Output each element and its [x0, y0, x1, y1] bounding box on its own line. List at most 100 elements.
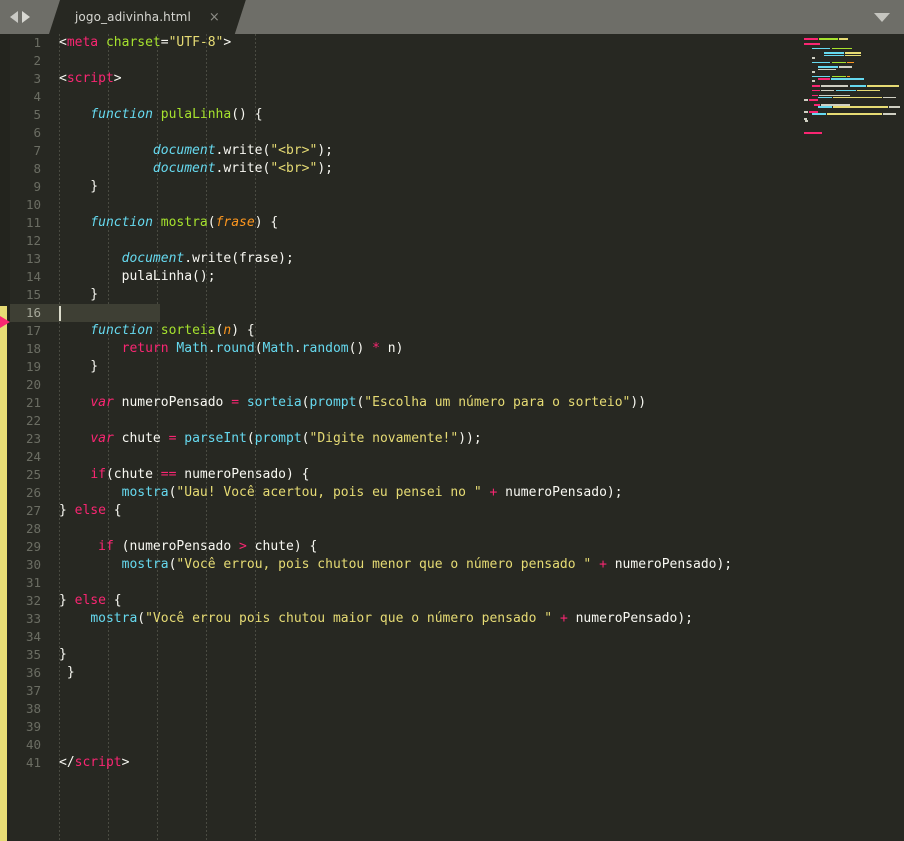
code-token: numeroPensado);	[497, 485, 623, 500]
code-token: }	[59, 179, 99, 194]
code-token: parseInt	[184, 431, 247, 446]
code-line[interactable]: function mostra(frase) {	[45, 214, 732, 232]
code-token: ))	[630, 395, 647, 410]
minimap[interactable]	[804, 38, 900, 138]
tab-nav-arrows[interactable]	[10, 0, 46, 34]
code-token: ) {	[254, 215, 279, 230]
code-line[interactable]: } else {	[45, 502, 732, 520]
line-number: 29	[25, 539, 41, 554]
code-line[interactable]	[45, 196, 732, 214]
code-line[interactable]	[45, 736, 732, 754]
red-arrow-icon[interactable]	[0, 316, 10, 328]
code-token: (	[301, 431, 310, 446]
code-line[interactable]: document.write(frase);	[45, 250, 732, 268]
code-line[interactable]: if(chute == numeroPensado) {	[45, 466, 732, 484]
code-token: }	[59, 287, 99, 302]
code-token: );	[317, 161, 333, 176]
line-number: 40	[25, 737, 41, 752]
code-line[interactable]: document.write("<br>");	[45, 160, 732, 178]
code-line[interactable]: function sorteia(n) {	[45, 322, 732, 340]
code-line[interactable]: function pulaLinha() {	[45, 106, 732, 124]
triangle-left-icon[interactable]	[10, 11, 18, 23]
code-token: ) {	[231, 323, 255, 338]
code-line[interactable]: mostra("Uau! Você acertou, pois eu pense…	[45, 484, 732, 502]
code-line[interactable]: }	[45, 664, 732, 682]
minimap-row	[804, 132, 900, 134]
code-line[interactable]: return Math.round(Math.random() * n)	[45, 340, 732, 358]
code-line[interactable]: var chute = parseInt(prompt("Digite nova…	[45, 430, 732, 448]
code-line[interactable]	[45, 52, 732, 70]
code-line[interactable]	[45, 700, 732, 718]
triangle-right-icon[interactable]	[22, 11, 30, 23]
code-line[interactable]: document.write("<br>");	[45, 142, 732, 160]
code-line[interactable]	[45, 682, 732, 700]
line-number: 19	[25, 359, 41, 374]
code-line[interactable]: </script>	[45, 754, 732, 772]
tab-jogo-adivinha-html[interactable]: jogo_adivinha.html ×	[49, 0, 246, 34]
code-token: var	[90, 431, 114, 446]
code-line[interactable]: mostra("Você errou pois chutou maior que…	[45, 610, 732, 628]
code-line[interactable]: } else {	[45, 592, 732, 610]
line-number: 24	[25, 449, 41, 464]
line-number: 3	[33, 71, 41, 86]
code-line[interactable]	[45, 520, 732, 538]
code-line[interactable]	[45, 124, 732, 142]
code-line[interactable]: var numeroPensado = sorteia(prompt("Esco…	[45, 394, 732, 412]
code-line[interactable]: if (numeroPensado > chute) {	[45, 538, 732, 556]
code-line[interactable]	[45, 574, 732, 592]
code-line[interactable]	[45, 412, 732, 430]
code-token: .write(frase);	[184, 251, 294, 266]
code-token: >	[223, 35, 232, 50]
code-editor[interactable]: 1 2 3 4 5 6 7 8 9 10 11 12 13 14 15 16 17 18 19 20 21 22 23 24 2…	[0, 34, 904, 841]
code-line[interactable]	[45, 304, 732, 322]
code-token: Math	[176, 341, 208, 356]
code-token: >	[239, 539, 247, 554]
line-number: 10	[25, 197, 41, 212]
code-token: <	[59, 35, 67, 50]
line-number: 6	[33, 125, 41, 140]
code-line[interactable]: }	[45, 358, 732, 376]
code-token: mostra	[90, 611, 138, 626]
code-line[interactable]: <script>	[45, 70, 732, 88]
line-number: 34	[25, 629, 41, 644]
code-line[interactable]: }	[45, 646, 732, 664]
code-line[interactable]	[45, 376, 732, 394]
code-pane[interactable]: <meta charset="UTF-8"> <script> function…	[45, 34, 904, 841]
code-line[interactable]: <meta charset="UTF-8">	[45, 34, 732, 52]
code-token: +	[559, 611, 568, 626]
code-token: .	[293, 341, 302, 356]
code-line[interactable]: }	[45, 178, 732, 196]
code-token: charset	[105, 35, 161, 50]
code-token: }	[59, 503, 75, 518]
code-line[interactable]: pulaLinha();	[45, 268, 732, 286]
code-line[interactable]	[45, 88, 732, 106]
code-line[interactable]	[45, 628, 732, 646]
code-token: .write(	[215, 161, 271, 176]
code-line[interactable]: }	[45, 286, 732, 304]
line-number: 35	[25, 647, 41, 662]
code-token: pulaLinha	[160, 107, 232, 122]
code-line[interactable]: mostra("Você errou, pois chutou menor qu…	[45, 556, 733, 574]
tab-label: jogo_adivinha.html	[75, 10, 191, 24]
chevron-down-icon[interactable]	[874, 12, 890, 22]
code-line[interactable]	[45, 232, 732, 250]
close-icon[interactable]: ×	[209, 11, 220, 24]
line-number: 39	[25, 719, 41, 734]
code-token: mostra	[121, 557, 169, 572]
code-token: function	[90, 215, 153, 230]
code-line[interactable]	[45, 448, 732, 466]
code-token: return	[121, 341, 169, 356]
code-token: n)	[379, 341, 404, 356]
code-token: {	[105, 503, 122, 518]
tab-list-menu-button[interactable]	[874, 0, 890, 34]
code-text[interactable]: <meta charset="UTF-8"> <script> function…	[45, 34, 732, 772]
code-line[interactable]	[45, 718, 732, 736]
code-token: >	[113, 71, 122, 86]
line-number: 5	[33, 107, 41, 122]
code-token: prompt	[254, 431, 302, 446]
